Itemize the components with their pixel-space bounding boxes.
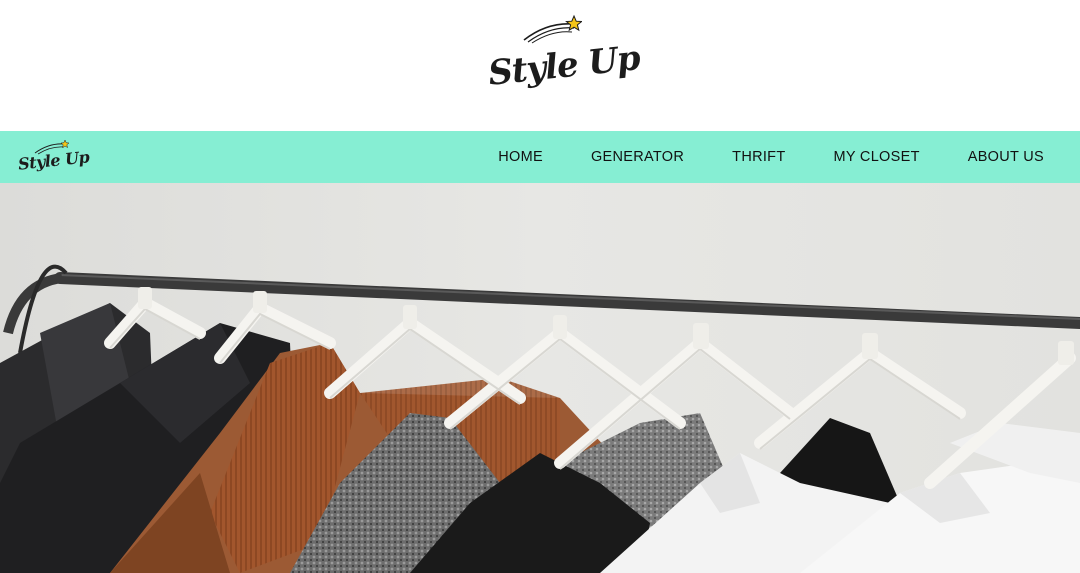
site-logo[interactable]: Style Up [482,14,642,94]
nav-bar: Style Up HOME GENERATOR THRIFT MY CLOSET… [0,131,1080,183]
nav-generator[interactable]: GENERATOR [591,149,684,165]
nav-home[interactable]: HOME [498,149,543,165]
hero-clothes-rack-image [0,183,1080,573]
nav-menu: HOME GENERATOR THRIFT MY CLOSET ABOUT US [450,131,1044,183]
nav-my-closet[interactable]: MY CLOSET [834,149,920,165]
nav-logo[interactable]: Style Up [16,137,90,177]
nav-thrift[interactable]: THRIFT [732,149,785,165]
nav-logo-text: Style Up [17,147,91,174]
site-header: Style Up [0,0,1080,131]
logo-text: Style Up [486,38,642,94]
nav-about-us[interactable]: ABOUT US [968,149,1044,165]
shooting-star-icon [523,14,582,44]
